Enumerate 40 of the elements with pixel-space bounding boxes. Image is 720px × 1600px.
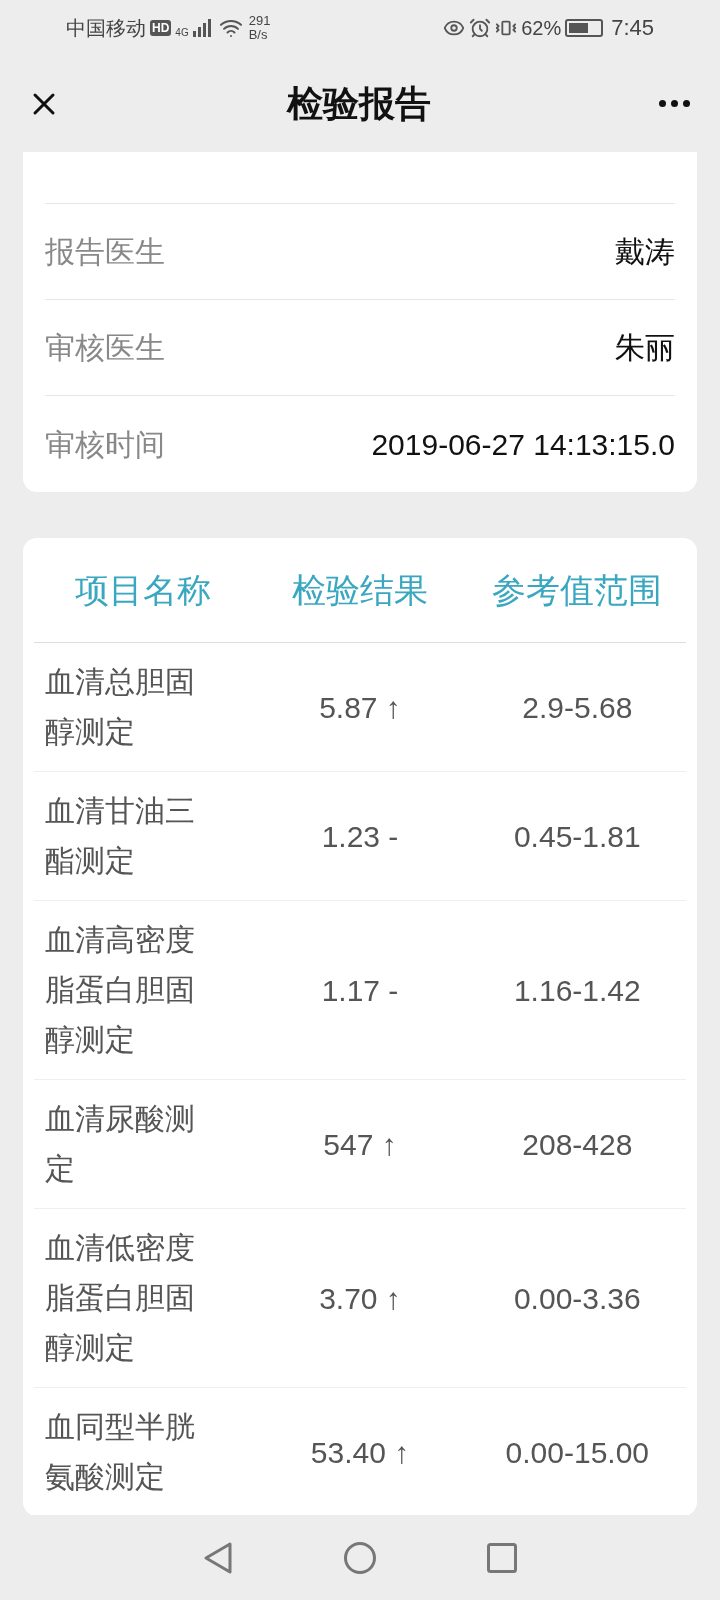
reference-range: 0.00-15.00: [504, 1434, 651, 1471]
result-value: 1.17 -: [320, 972, 400, 1009]
info-value: 2019-06-27 14:13:15.0: [371, 426, 675, 463]
item-name: 血清甘油三酯测定: [45, 793, 196, 879]
reference-range: 0.45-1.81: [512, 818, 642, 855]
reference-range: 0.00-3.36: [512, 1280, 642, 1317]
result-value: 1.23 -: [320, 818, 400, 855]
reference-range: 2.9-5.68: [521, 689, 634, 726]
reference-range: 1.16-1.42: [512, 972, 642, 1009]
result-value: 53.40 ↑: [309, 1434, 411, 1471]
battery-percent: 62%: [521, 15, 562, 41]
item-name: 血同型半胱氨酸测定: [45, 1409, 196, 1495]
reference-range: 208-428: [521, 1126, 634, 1163]
back-icon[interactable]: [203, 1540, 233, 1575]
column-header: 项目名称: [73, 569, 212, 611]
info-label: 报告医生: [45, 234, 165, 270]
info-value: 戴涛: [615, 234, 675, 270]
speed-value: 291: [248, 13, 271, 28]
speed-unit: B/s: [248, 27, 269, 42]
item-name: 血清低密度脂蛋白胆固醇测定: [45, 1230, 196, 1366]
item-name: 血清尿酸测定: [45, 1101, 196, 1187]
item-name: 血清总胆固醇测定: [45, 664, 196, 750]
info-label: 审核时间: [45, 426, 165, 463]
network-type: 4G: [175, 25, 189, 40]
battery-icon: [565, 18, 604, 37]
clock-time: 7:45: [611, 14, 654, 42]
item-name: 血清高密度脂蛋白胆固醇测定: [45, 922, 196, 1058]
recents-icon[interactable]: [487, 1542, 517, 1573]
result-value: 5.87 ↑: [318, 689, 402, 726]
result-value: 547 ↑: [322, 1126, 398, 1163]
page-title: 检验报告: [286, 81, 431, 126]
carrier-name: 中国移动: [66, 15, 146, 41]
info-label: 审核医生: [45, 330, 165, 366]
alarm-icon: [469, 16, 492, 39]
hd-badge: HD: [150, 19, 172, 36]
info-value: 朱丽: [615, 330, 675, 366]
column-header: 检验结果: [291, 569, 429, 611]
result-value: 3.70 ↑: [318, 1280, 402, 1317]
home-icon[interactable]: [343, 1540, 377, 1575]
column-header: 参考值范围: [491, 569, 664, 611]
